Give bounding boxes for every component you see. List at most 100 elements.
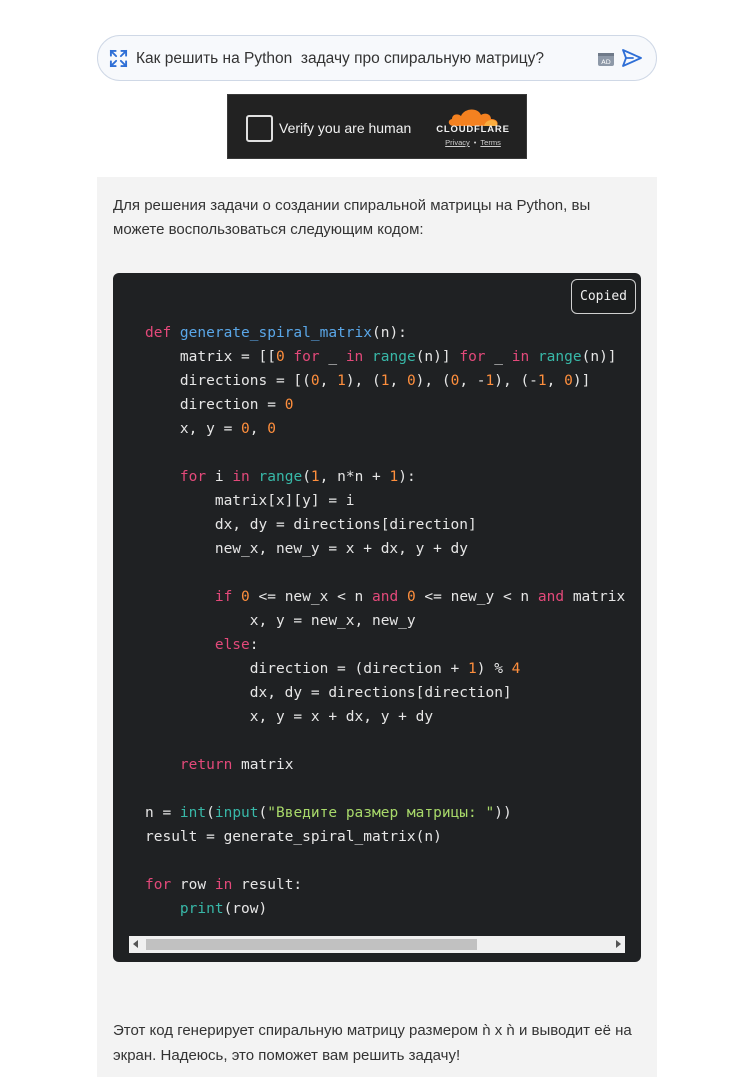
code-token: , [319, 373, 338, 389]
code-line: x, y = 0, 0 [145, 417, 635, 441]
code-token: 1 [485, 373, 495, 389]
code-token: if [214, 589, 233, 605]
code-token: <= new_y < n [415, 589, 538, 605]
code-token: in [232, 469, 250, 485]
code-token: in [214, 877, 233, 893]
scroll-left-icon[interactable] [133, 940, 138, 948]
code-token: 1 [389, 469, 399, 485]
code-token: )] [572, 373, 591, 389]
code-token: ), (- [494, 373, 538, 389]
code-token: matrix[x][y] = i [145, 493, 355, 509]
code-token: def [145, 325, 180, 341]
code-line: x, y = x + dx, y + dy [145, 705, 635, 729]
code-token: x, y = new_x, new_y [145, 613, 416, 629]
code-line: result = generate_spiral_matrix(n) [145, 825, 635, 849]
code-token: <= new_x < n [249, 589, 372, 605]
code-token: 0 [406, 589, 416, 605]
code-token: x, y = x + dx, y + dy [145, 709, 434, 725]
code-token: and [537, 589, 565, 605]
code-token: result: [232, 877, 303, 893]
code-token: and [372, 589, 399, 605]
code-token: in [345, 349, 364, 365]
code-line: new_x, new_y = x + dx, y + dy [145, 537, 635, 561]
code-token: 0 [406, 373, 416, 389]
search-bar[interactable]: Как решить на Python задачу про спиральн… [97, 35, 657, 81]
code-token: row [171, 877, 215, 893]
expand-icon[interactable] [109, 49, 128, 68]
code-token: range [372, 349, 416, 365]
ad-block-icon[interactable]: AD [597, 50, 615, 68]
code-line: if 0 <= new_x < n and 0 <= new_y < n and… [145, 585, 635, 609]
code-line: return matrix [145, 753, 635, 777]
code-token: generate_spiral_matrix [179, 325, 372, 341]
code-token: 1 [468, 661, 477, 677]
code-token: matrix [232, 757, 294, 773]
code-token: 1 [337, 373, 346, 389]
code-token: _ [485, 349, 512, 365]
code-token: matrix [564, 589, 626, 605]
code-token: 0 [241, 589, 250, 605]
terms-link[interactable]: Terms [480, 138, 500, 147]
captcha-links: Privacy • Terms [433, 138, 513, 147]
code-token: for [459, 349, 486, 365]
verify-checkbox[interactable] [246, 115, 273, 142]
code-token: , [546, 373, 565, 389]
cloudflare-brand: CLOUDFLARE [436, 124, 510, 135]
answer-intro: Для решения задачи о создании спиральной… [113, 197, 591, 238]
code-token: else [214, 637, 250, 653]
code-token: direction = [145, 397, 285, 413]
code-token: in [511, 349, 530, 365]
code-token: i [206, 469, 233, 485]
code-line: direction = 0 [145, 393, 635, 417]
code-token: 0 [284, 397, 294, 413]
copy-button[interactable]: Copied [571, 279, 636, 314]
code-token: range [258, 469, 303, 485]
code-token: (n): [371, 325, 407, 341]
send-icon[interactable] [621, 47, 643, 69]
code-line: else: [145, 633, 635, 657]
scrollbar-thumb[interactable] [146, 939, 477, 950]
code-token: 1 [310, 469, 320, 485]
privacy-link[interactable]: Privacy [445, 138, 470, 147]
code-token: range [537, 349, 582, 365]
code-line: directions = [(0, 1), (1, 0), (0, -1), (… [145, 369, 635, 393]
code-token: (n)] [415, 349, 460, 365]
code-token: ), ( [415, 373, 451, 389]
code-line: direction = (direction + 1) % 4 [145, 657, 635, 681]
code-token: ( [302, 469, 311, 485]
code-token: _ [319, 349, 346, 365]
horizontal-scrollbar[interactable] [129, 936, 625, 953]
code-token: 0 [241, 421, 250, 437]
code-token: : [249, 637, 259, 653]
code-token: x, y = [145, 421, 242, 437]
link-separator: • [473, 138, 477, 147]
code-line: for row in result: [145, 873, 635, 897]
code-token: for [293, 349, 320, 365]
code-token: input [214, 805, 259, 821]
search-query[interactable]: Как решить на Python задачу про спиральн… [136, 50, 544, 68]
code-token: new_x, new_y = x + dx, y + dy [145, 541, 469, 557]
code-line: print(row) [145, 897, 635, 921]
code-token: dx, dy = directions[direction] [145, 517, 477, 533]
code-token: 0 [564, 373, 573, 389]
scroll-right-icon[interactable] [616, 940, 621, 948]
code-token: "Введите размер матрицы: " [267, 805, 495, 821]
code-token: 0 [267, 421, 276, 437]
code-token: return [179, 757, 233, 773]
code-token: matrix = [[ [145, 349, 276, 365]
svg-text:AD: AD [601, 58, 610, 66]
code-line: matrix[x][y] = i [145, 489, 635, 513]
code-token: ) % [476, 661, 512, 677]
code-content: def generate_spiral_matrix(n): matrix = … [145, 321, 635, 921]
code-token: , [389, 373, 407, 389]
code-token: direction = (direction + [145, 661, 469, 677]
captcha-widget: Verify you are human CLOUDFLARE Privacy •… [227, 94, 527, 159]
